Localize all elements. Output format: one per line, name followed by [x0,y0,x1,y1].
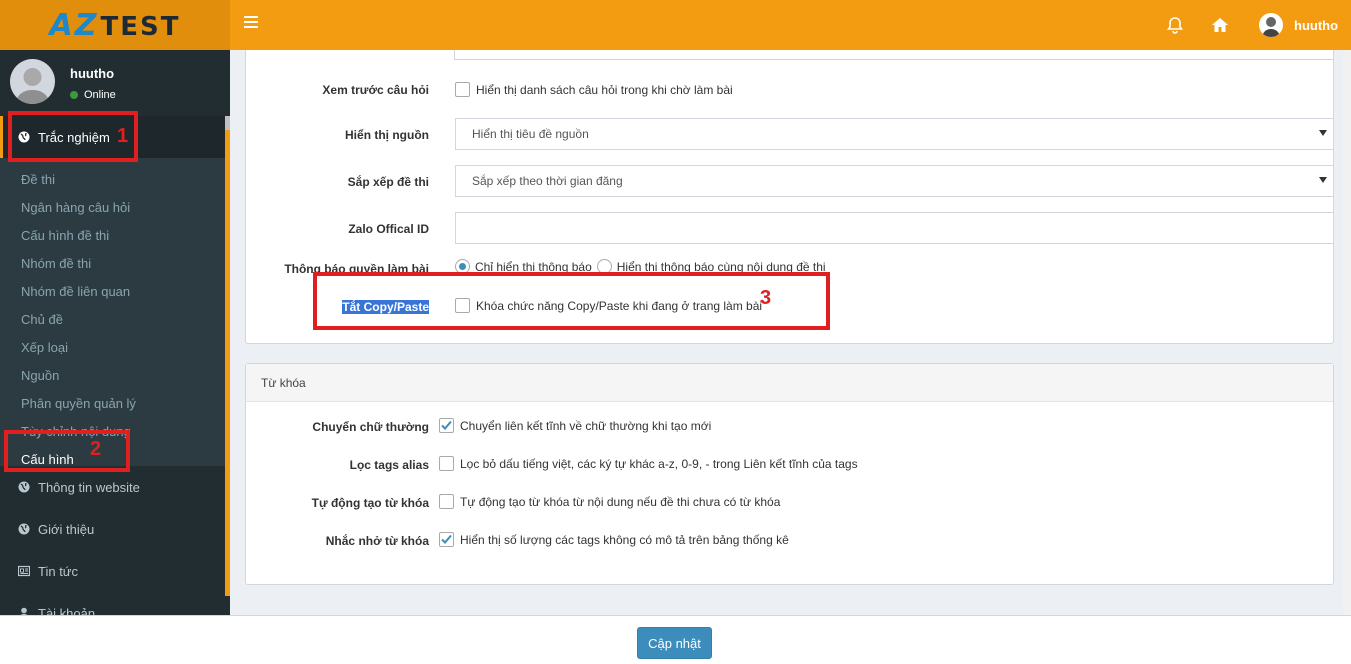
notice-with-content-radio[interactable] [596,259,612,274]
auto-create-text: Tự động tạo từ khóa từ nội dung nếu đề t… [460,494,781,509]
user-panel: huutho Online [0,50,225,116]
filter-tags-checkbox[interactable] [439,456,454,471]
settings-box: Xem trước câu hỏi Hiển thị danh sách câu… [245,50,1334,344]
copy-paste-option: Khóa chức năng Copy/Paste khi đang ở tra… [455,298,762,313]
reminder-text: Hiển thị số lượng các tags không có mô t… [460,532,789,547]
update-button[interactable]: Cập nhật [637,627,712,659]
lowercase-label: Chuyển chữ thường [312,420,429,434]
reminder-option: Hiển thị số lượng các tags không có mô t… [439,532,789,547]
submenu-item[interactable]: Ngân hàng câu hỏi [21,200,130,215]
copy-paste-checkbox[interactable] [455,298,470,313]
preview-option: Hiển thị danh sách câu hỏi trong khi chờ… [455,82,733,97]
submenu-item[interactable]: Nhóm đề liên quan [21,284,130,299]
sidebar-item-label: Thông tin website [38,479,140,495]
footer-bar: Cập nhật [0,615,1351,664]
copy-paste-text: Khóa chức năng Copy/Paste khi đang ở tra… [476,298,763,313]
check-icon [441,420,452,430]
avatar [10,59,55,104]
logo-test: TEST [100,11,181,42]
sidebar: huutho Online Trắc nghiệm Đề thi Ngân hà… [0,50,230,664]
copy-paste-label-text: Tắt Copy/Paste [342,300,429,314]
submenu-item[interactable]: Phân quyền quản lý [21,396,136,411]
sort-exam-label: Sắp xếp đề thi [347,175,429,189]
submenu-item[interactable]: Nhóm đề thi [21,256,91,271]
status-text: Online [84,89,116,101]
sort-exam-value: Sắp xếp theo thời gian đăng [472,174,623,188]
auto-create-checkbox[interactable] [439,494,454,509]
keywords-box: Từ khóa Chuyển chữ thường Chuyển liên kế… [245,363,1334,585]
sidebar-item-label: Giới thiệu [38,521,95,537]
filter-tags-option: Lọc bỏ dấu tiếng việt, các ký tự khác a-… [439,456,858,471]
sidebar-username: huutho [70,66,115,81]
submenu-item[interactable]: Đề thi [21,172,55,187]
home-icon[interactable] [1209,14,1231,36]
newspaper-icon [18,565,30,577]
reminder-label: Nhắc nhở từ khóa [325,534,429,548]
submenu-item[interactable]: Chủ đề [21,312,63,327]
notice-only-text: Chỉ hiển thị thông báo [475,259,592,274]
permission-notice-label: Thông báo quyền làm bài [284,262,429,276]
submenu-item-cau-hinh[interactable]: Cấu hình [21,452,74,467]
bell-icon[interactable] [1164,14,1186,36]
source-display-label: Hiển thị nguồn [345,128,429,142]
submenu-item[interactable]: Cấu hình đề thi [21,228,109,243]
permission-notice-options: Chỉ hiển thị thông báo Hiển thị thông bá… [455,259,826,274]
logo-text: AZTEST [50,8,181,43]
sidebar-item-trac-nghiem[interactable]: Trắc nghiệm [0,116,225,158]
logo-az: AZ [49,7,99,43]
auto-create-label: Tự động tạo từ khóa [311,496,429,510]
user-status: Online [70,89,116,101]
preview-text: Hiển thị danh sách câu hỏi trong khi chờ… [476,82,733,97]
lowercase-checkbox[interactable] [439,418,454,433]
submenu-item[interactable]: Tùy chỉnh nội dung [21,424,131,439]
submenu-item[interactable]: Xếp loại [21,340,68,355]
notice-only-radio[interactable] [455,259,470,274]
sidebar-item-tin-tuc[interactable]: Tin tức [0,550,225,592]
top-navbar: huutho [230,0,1351,50]
sidebar-item-gioi-thieu[interactable]: Giới thiệu [0,508,225,550]
globe-icon [18,523,30,535]
chevron-down-icon [1319,130,1327,136]
zalo-input[interactable] [455,212,1334,244]
filter-tags-text: Lọc bỏ dấu tiếng việt, các ký tự khác a-… [460,456,858,471]
chevron-down-icon [1319,177,1327,183]
sidebar-item-thong-tin-website[interactable]: Thông tin website [0,466,225,508]
keywords-box-title: Từ khóa [246,364,1333,402]
menu-toggle-icon[interactable] [244,16,258,30]
notice-with-content-text: Hiển thị thông báo cùng nội dung đề thi [616,259,826,274]
page-scrollbar[interactable] [1343,50,1351,615]
preview-checkbox[interactable] [455,82,470,97]
globe-icon [18,481,30,493]
reminder-checkbox[interactable] [439,532,454,547]
submenu-item[interactable]: Nguồn [21,368,59,383]
source-display-select[interactable]: Hiển thị tiêu đề nguồn [455,118,1334,150]
sort-exam-select[interactable]: Sắp xếp theo thời gian đăng [455,165,1334,197]
globe-icon [18,131,30,143]
filter-tags-label: Lọc tags alias [349,458,429,472]
zalo-label: Zalo Offical ID [348,222,429,236]
auto-create-option: Tự động tạo từ khóa từ nội dung nếu đề t… [439,494,780,509]
user-avatar[interactable] [1259,13,1283,37]
check-icon [441,534,452,544]
sidebar-item-label: Tin tức [38,563,79,579]
online-dot-icon [70,91,78,99]
top-username[interactable]: huutho [1294,18,1338,33]
copy-paste-label: Tắt Copy/Paste [246,300,429,314]
preview-label: Xem trước câu hỏi [322,83,429,97]
sidebar-item-label: Trắc nghiệm [38,129,110,145]
source-display-value: Hiển thị tiêu đề nguồn [472,127,589,141]
lowercase-text: Chuyển liên kết tĩnh về chữ thường khi t… [460,418,712,433]
brand-logo[interactable]: AZTEST [0,0,230,50]
main-content: Xem trước câu hỏi Hiển thị danh sách câu… [230,50,1351,615]
previous-field [454,50,1334,60]
submenu: Đề thi Ngân hàng câu hỏi Cấu hình đề thi… [0,158,225,467]
lowercase-option: Chuyển liên kết tĩnh về chữ thường khi t… [439,418,711,433]
